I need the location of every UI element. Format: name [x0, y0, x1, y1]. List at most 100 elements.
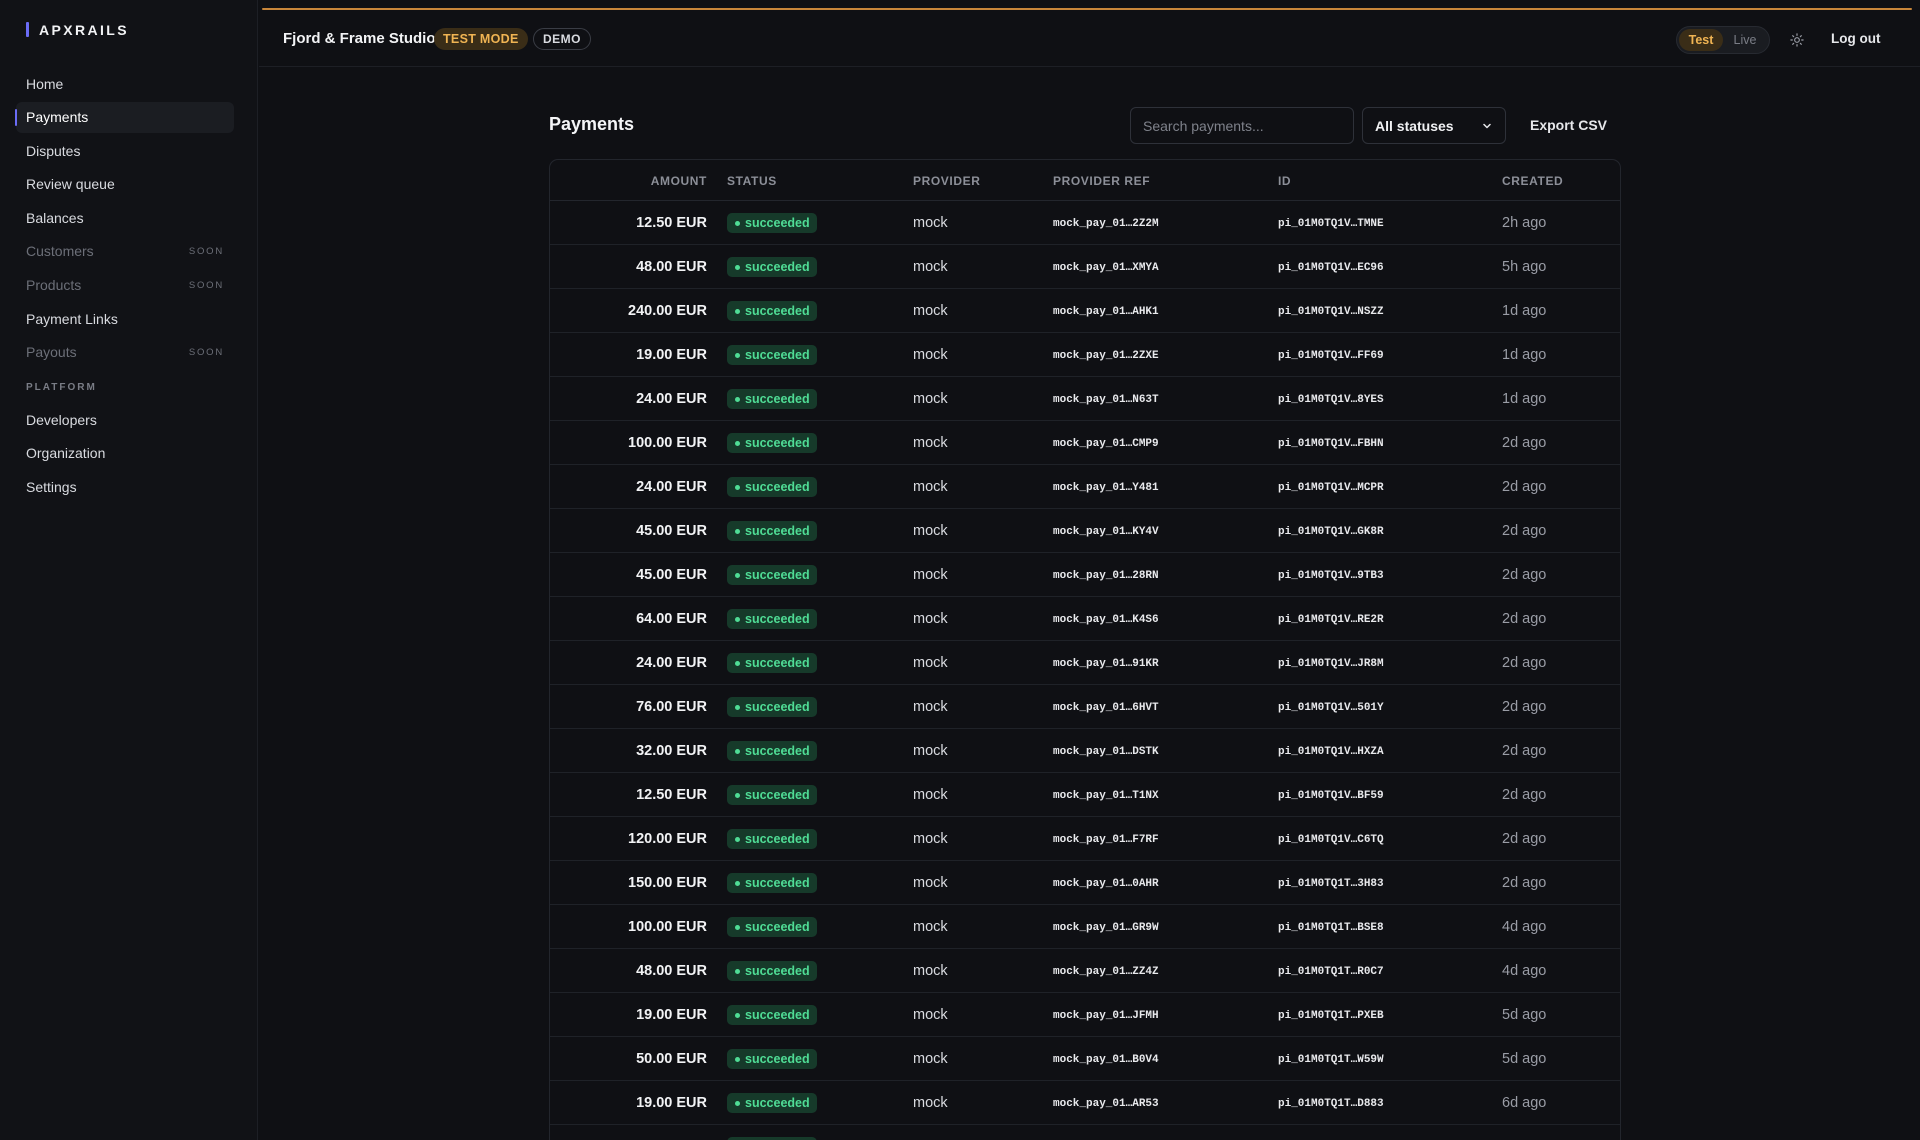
sidebar-item-balances[interactable]: Balances [16, 202, 234, 233]
amount-cell: 100.00 EUR [628, 919, 707, 935]
table-row[interactable]: 100.00 EUR succeeded mock mock_pay_01…GR9W p… [550, 905, 1620, 949]
theme-toggle-button[interactable] [1787, 30, 1807, 50]
created-cell: 5d ago [1502, 1051, 1547, 1067]
table-row[interactable]: 64.00 EUR succeeded mock mock_pay_01…K4S6 pi… [550, 597, 1620, 641]
payment-id-cell[interactable]: pi_01M0TQ1T…D883 [1278, 1098, 1384, 1110]
status-filter-select[interactable]: All statuses [1362, 107, 1506, 144]
payment-id-cell[interactable]: pi_01M0TQ1V…501Y [1278, 702, 1384, 714]
payments-table: AMOUNT STATUS PROVIDER PROVIDER REF ID C… [549, 159, 1621, 1140]
mode-test-option[interactable]: Test [1679, 29, 1723, 51]
provider-ref-cell: mock_pay_01…2Z2M [1053, 218, 1159, 230]
sidebar-item-label: Settings [26, 479, 77, 496]
payment-id-cell[interactable]: pi_01M0TQ1V…FBHN [1278, 438, 1384, 450]
status-text: succeeded [745, 832, 810, 846]
payment-id-cell[interactable]: pi_01M0TQ1T…BSE8 [1278, 922, 1384, 934]
table-row[interactable]: 45.00 EUR succeeded mock mock_pay_01…KY4V pi… [550, 509, 1620, 553]
payment-id-cell[interactable]: pi_01M0TQ1V…C6TQ [1278, 834, 1384, 846]
provider-ref-cell: mock_pay_01…28RN [1053, 570, 1159, 582]
amount-cell: 24.00 EUR [636, 655, 707, 671]
table-row[interactable]: 19.00 EUR succeeded mock mock_pay_01…2ZXE pi… [550, 333, 1620, 377]
table-row[interactable]: 45.00 EUR succeeded mock mock_pay_01…28RN pi… [550, 553, 1620, 597]
payment-id-cell[interactable]: pi_01M0TQ1V…FF69 [1278, 350, 1384, 362]
table-row[interactable]: 32.00 EUR succeeded mock mock_pay_01…DSTK pi… [550, 729, 1620, 773]
column-header-status[interactable]: STATUS [727, 174, 777, 188]
dot-icon [735, 1056, 740, 1062]
created-cell: 5d ago [1502, 1007, 1547, 1023]
table-row[interactable]: 19.00 EUR succeeded mock mock_pay_01…AR53 pi… [550, 1081, 1620, 1125]
payment-id-cell[interactable]: pi_01M0TQ1V…BF59 [1278, 790, 1384, 802]
payment-id-cell[interactable]: pi_01M0TQ1V…NSZZ [1278, 306, 1384, 318]
table-row[interactable]: 100.00 EUR succeeded mock mock_pay_01…CMP9 p… [550, 421, 1620, 465]
payment-id-cell[interactable]: pi_01M0TQ1V…RE2R [1278, 614, 1384, 626]
sidebar-item-label: Disputes [26, 142, 81, 159]
table-row[interactable]: 24.00 EUR succeeded mock mock_pay_01…Y481 pi… [550, 465, 1620, 509]
sidebar-item-label: Home [26, 75, 64, 92]
logout-button[interactable]: Log out [1831, 31, 1880, 46]
payment-id-cell[interactable]: pi_01M0TQ1T…R0C7 [1278, 966, 1384, 978]
table-row[interactable]: succeeded [550, 1125, 1620, 1140]
mode-live-option[interactable]: Live [1723, 29, 1767, 51]
payment-id-cell[interactable]: pi_01M0TQ1T…W59W [1278, 1054, 1384, 1066]
payment-id-cell[interactable]: pi_01M0TQ1V…JR8M [1278, 658, 1384, 670]
table-row[interactable]: 48.00 EUR succeeded mock mock_pay_01…XMYA pi… [550, 245, 1620, 289]
status-text: succeeded [745, 304, 810, 318]
export-csv-button[interactable]: Export CSV [1530, 117, 1607, 133]
payment-id-cell[interactable]: pi_01M0TQ1V…TMNE [1278, 218, 1384, 230]
table-row[interactable]: 76.00 EUR succeeded mock mock_pay_01…6HVT pi… [550, 685, 1620, 729]
payment-id-cell[interactable]: pi_01M0TQ1V…8YES [1278, 394, 1384, 406]
payment-id-cell[interactable]: pi_01M0TQ1V…HXZA [1278, 746, 1384, 758]
status-badge: succeeded [727, 653, 817, 673]
provider-cell: mock [913, 831, 948, 847]
table-row[interactable]: 24.00 EUR succeeded mock mock_pay_01…91KR pi… [550, 641, 1620, 685]
table-row[interactable]: 12.50 EUR succeeded mock mock_pay_01…2Z2M pi… [550, 201, 1620, 245]
table-row[interactable]: 48.00 EUR succeeded mock mock_pay_01…ZZ4Z pi… [550, 949, 1620, 993]
provider-ref-cell: mock_pay_01…AR53 [1053, 1098, 1159, 1110]
provider-cell: mock [913, 215, 948, 231]
column-header-provider[interactable]: PROVIDER [913, 174, 980, 188]
provider-ref-cell: mock_pay_01…Y481 [1053, 482, 1159, 494]
org-name[interactable]: Fjord & Frame Studio [283, 30, 436, 47]
payment-id-cell[interactable]: pi_01M0TQ1T…PXEB [1278, 1010, 1384, 1022]
table-row[interactable]: 240.00 EUR succeeded mock mock_pay_01…AHK1 p… [550, 289, 1620, 333]
sidebar-item-settings[interactable]: Settings [16, 472, 234, 503]
dot-icon [735, 748, 740, 754]
column-header-created[interactable]: CREATED [1502, 174, 1563, 188]
payment-id-cell[interactable]: pi_01M0TQ1V…EC96 [1278, 262, 1384, 274]
sidebar-item-review-queue[interactable]: Review queue [16, 169, 234, 200]
dot-icon [735, 836, 740, 842]
table-row[interactable]: 19.00 EUR succeeded mock mock_pay_01…JFMH pi… [550, 993, 1620, 1037]
table-row[interactable]: 50.00 EUR succeeded mock mock_pay_01…B0V4 pi… [550, 1037, 1620, 1081]
status-text: succeeded [745, 1052, 810, 1066]
provider-ref-cell: mock_pay_01…2ZXE [1053, 350, 1159, 362]
payment-id-cell[interactable]: pi_01M0TQ1V…MCPR [1278, 482, 1384, 494]
provider-cell: mock [913, 611, 948, 627]
brand-logo[interactable]: APXRAILS [26, 21, 129, 38]
sidebar-item-home[interactable]: Home [16, 68, 234, 99]
dot-icon [735, 352, 740, 358]
provider-ref-cell: mock_pay_01…ZZ4Z [1053, 966, 1159, 978]
column-header-amount[interactable]: AMOUNT [651, 174, 707, 188]
payment-id-cell[interactable]: pi_01M0TQ1V…9TB3 [1278, 570, 1384, 582]
status-badge: succeeded [727, 257, 817, 277]
status-badge: succeeded [727, 1049, 817, 1069]
sidebar-item-disputes[interactable]: Disputes [16, 135, 234, 166]
created-cell: 1d ago [1502, 347, 1547, 363]
sidebar-item-organization[interactable]: Organization [16, 438, 234, 469]
table-row[interactable]: 12.50 EUR succeeded mock mock_pay_01…T1NX pi… [550, 773, 1620, 817]
column-header-provider-ref[interactable]: PROVIDER REF [1053, 174, 1150, 188]
mode-toggle: Test Live [1676, 26, 1770, 54]
table-row[interactable]: 150.00 EUR succeeded mock mock_pay_01…0AHR p… [550, 861, 1620, 905]
search-input[interactable] [1130, 107, 1354, 144]
payment-id-cell[interactable]: pi_01M0TQ1V…GK8R [1278, 526, 1384, 538]
sidebar-section-platform: PLATFORM [26, 382, 97, 394]
table-row[interactable]: 120.00 EUR succeeded mock mock_pay_01…F7RF p… [550, 817, 1620, 861]
column-header-id[interactable]: ID [1278, 174, 1291, 188]
provider-cell: mock [913, 259, 948, 275]
payment-id-cell[interactable]: pi_01M0TQ1T…3H83 [1278, 878, 1384, 890]
table-row[interactable]: 24.00 EUR succeeded mock mock_pay_01…N63T pi… [550, 377, 1620, 421]
provider-cell: mock [913, 303, 948, 319]
sidebar-item-developers[interactable]: Developers [16, 404, 234, 435]
sidebar-item-payments[interactable]: Payments [15, 101, 234, 133]
sidebar-item-payment-links[interactable]: Payment Links [16, 303, 234, 334]
status-badge: succeeded [727, 301, 817, 321]
